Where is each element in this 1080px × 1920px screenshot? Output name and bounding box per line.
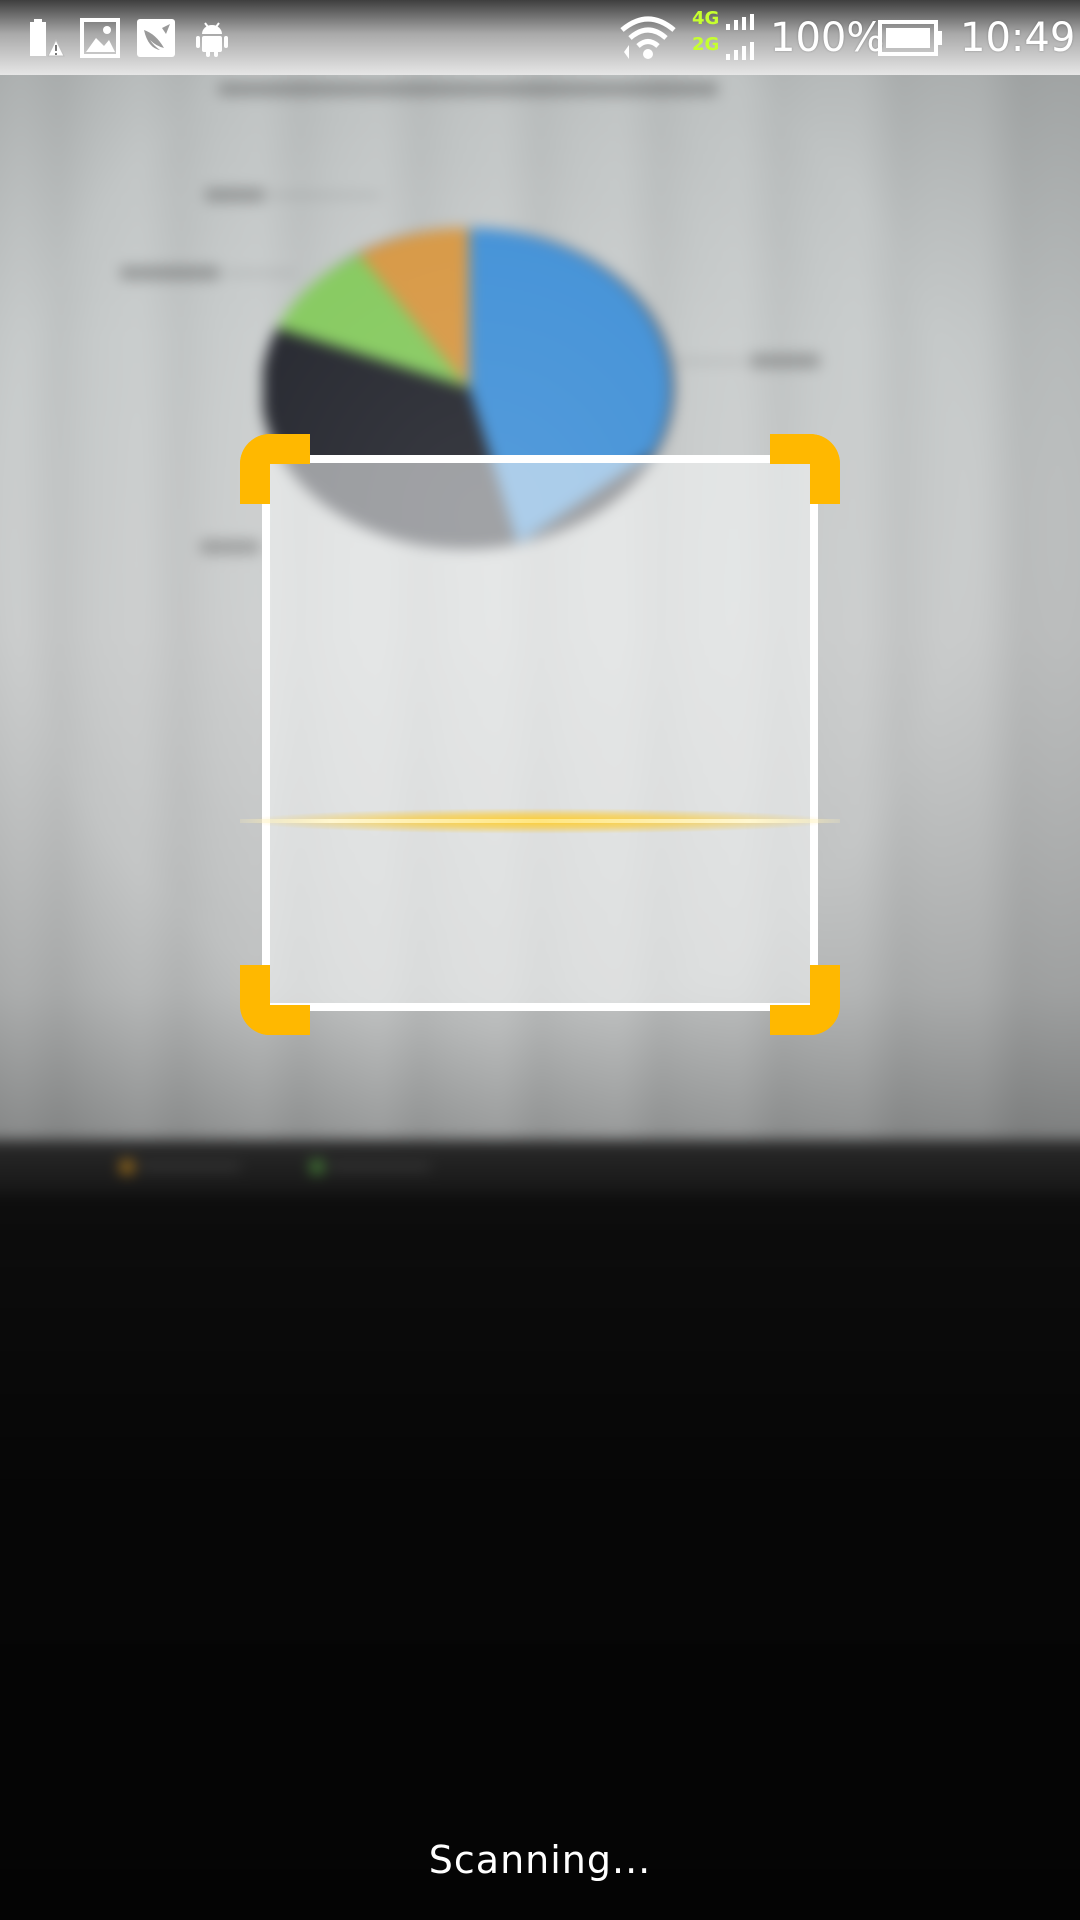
image-icon [78, 16, 122, 60]
wifi-icon [618, 12, 678, 62]
scanning-status-text: Scanning... [428, 1838, 652, 1882]
battery-icon [878, 20, 944, 56]
network-type-primary: 4G [692, 8, 720, 29]
viewfinder-corner-bottom-right [770, 965, 840, 1035]
scan-viewfinder [262, 455, 818, 1011]
clock-time: 10:49 [960, 15, 1076, 61]
monitor-bezel [0, 1140, 1080, 1200]
status-bar: 4G 2G 100% 10:49 [0, 0, 1080, 75]
android-icon [190, 16, 234, 60]
scan-laser-line [240, 808, 840, 834]
scanner-screen: Scanning... 4G 2G 100% 10:49 [0, 0, 1080, 1920]
network-type-secondary: 2G [692, 34, 720, 55]
viewfinder-corner-top-right [770, 434, 840, 504]
bird-app-icon [134, 16, 178, 60]
signal-icon [726, 14, 758, 62]
battery-alert-icon [22, 16, 66, 60]
battery-percent: 100% [770, 15, 885, 61]
viewfinder-corner-bottom-left [240, 965, 310, 1035]
viewfinder-corner-top-left [240, 434, 310, 504]
desk-area [0, 1195, 1080, 1920]
